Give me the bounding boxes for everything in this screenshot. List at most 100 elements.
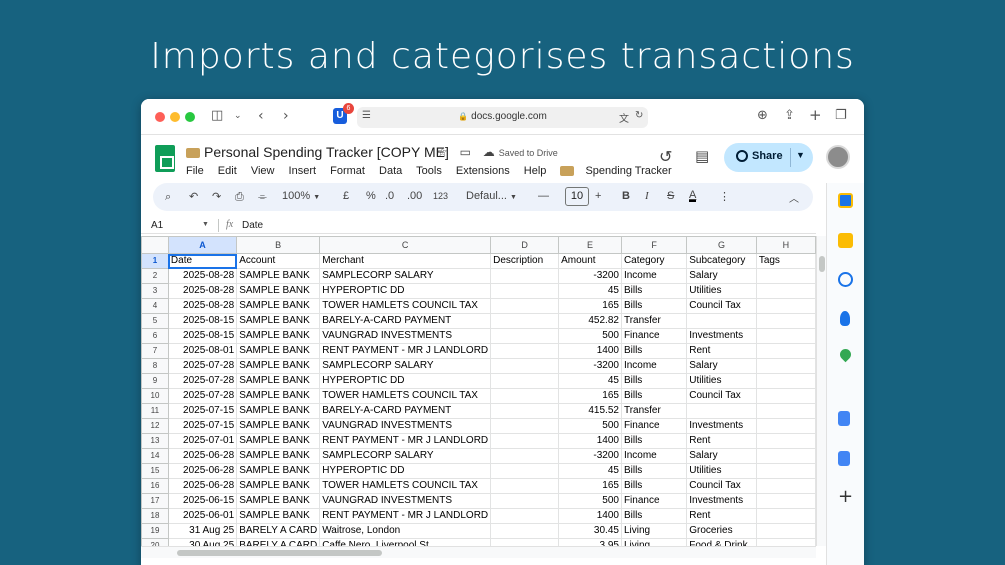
table-cell[interactable]: 1400 <box>558 343 622 359</box>
table-cell[interactable]: 2025-06-28 <box>167 478 238 494</box>
table-cell[interactable]: HYPEROPTIC DD <box>319 283 492 299</box>
table-cell[interactable]: SAMPLECORP SALARY <box>319 268 492 284</box>
number-format-button[interactable]: 123 <box>433 191 448 201</box>
table-cell[interactable] <box>490 403 560 419</box>
table-cell[interactable]: HYPEROPTIC DD <box>319 373 492 389</box>
table-cell[interactable]: 1400 <box>558 508 622 524</box>
table-cell[interactable]: RENT PAYMENT - MR J LANDLORD <box>319 343 492 359</box>
font-size-decrease-icon[interactable]: — <box>538 190 549 202</box>
row-number[interactable]: 17 <box>141 493 169 509</box>
table-cell[interactable]: Finance <box>620 418 688 434</box>
table-cell[interactable]: SAMPLE BANK <box>236 313 321 329</box>
table-cell[interactable]: Groceries <box>686 523 757 539</box>
table-cell[interactable]: Bills <box>620 463 688 479</box>
font-size-input[interactable]: 10 <box>565 187 589 206</box>
calendar-icon[interactable] <box>838 193 853 208</box>
table-cell[interactable] <box>755 328 816 344</box>
menu-format[interactable]: Format <box>330 165 365 177</box>
table-cell[interactable] <box>755 523 816 539</box>
horizontal-scroll-thumb[interactable] <box>177 550 382 556</box>
column-header[interactable]: D <box>490 236 560 254</box>
row-number[interactable]: 19 <box>141 523 169 539</box>
close-window-button[interactable] <box>155 112 165 122</box>
table-cell[interactable]: Bills <box>620 298 688 314</box>
menu-spending-tracker[interactable]: Spending Tracker <box>560 165 682 177</box>
translate-doc-icon[interactable] <box>838 411 850 426</box>
header-cell[interactable]: Amount <box>558 253 622 269</box>
table-cell[interactable]: Bills <box>620 433 688 449</box>
table-cell[interactable]: Utilities <box>686 373 757 389</box>
row-number[interactable]: 6 <box>141 328 169 344</box>
table-cell[interactable] <box>490 373 560 389</box>
table-cell[interactable]: SAMPLE BANK <box>236 508 321 524</box>
table-cell[interactable] <box>755 433 816 449</box>
table-cell[interactable] <box>490 448 560 464</box>
table-cell[interactable]: 30.45 <box>558 523 622 539</box>
table-cell[interactable]: Salary <box>686 358 757 374</box>
table-cell[interactable] <box>755 298 816 314</box>
table-cell[interactable]: 2025-07-28 <box>167 388 238 404</box>
table-cell[interactable]: SAMPLE BANK <box>236 268 321 284</box>
keep-icon[interactable] <box>838 233 853 248</box>
table-cell[interactable] <box>490 343 560 359</box>
table-cell[interactable]: 45 <box>558 463 622 479</box>
row-number[interactable]: 2 <box>141 268 169 284</box>
row-number[interactable]: 4 <box>141 298 169 314</box>
back-icon[interactable]: ‹ <box>258 108 264 124</box>
table-cell[interactable] <box>490 328 560 344</box>
currency-format-button[interactable]: £ <box>343 190 349 202</box>
table-cell[interactable]: SAMPLE BANK <box>236 343 321 359</box>
table-cell[interactable]: 2025-06-28 <box>167 463 238 479</box>
column-header[interactable]: G <box>686 236 757 254</box>
table-cell[interactable]: RENT PAYMENT - MR J LANDLORD <box>319 433 492 449</box>
table-cell[interactable]: Bills <box>620 388 688 404</box>
table-cell[interactable]: SAMPLE BANK <box>236 283 321 299</box>
table-cell[interactable]: 2025-07-15 <box>167 403 238 419</box>
table-cell[interactable] <box>755 478 816 494</box>
row-number[interactable]: 16 <box>141 478 169 494</box>
table-cell[interactable] <box>490 493 560 509</box>
table-cell[interactable]: VAUNGRAD INVESTMENTS <box>319 418 492 434</box>
share-button[interactable]: Share ▼ <box>724 143 813 172</box>
menu-view[interactable]: View <box>251 165 275 177</box>
table-cell[interactable]: Council Tax <box>686 478 757 494</box>
table-cell[interactable]: 45 <box>558 373 622 389</box>
table-cell[interactable] <box>686 313 757 329</box>
download-icon[interactable]: ⊕ <box>757 108 768 123</box>
table-cell[interactable]: 415.52 <box>558 403 622 419</box>
forward-icon[interactable]: › <box>283 108 289 124</box>
italic-button[interactable]: I <box>645 190 649 202</box>
table-cell[interactable]: HYPEROPTIC DD <box>319 463 492 479</box>
table-cell[interactable]: BARELY A CARD <box>236 538 321 546</box>
menu-file[interactable]: File <box>186 165 204 177</box>
table-cell[interactable]: SAMPLE BANK <box>236 298 321 314</box>
bold-button[interactable]: B <box>622 190 630 202</box>
table-cell[interactable]: -3200 <box>558 448 622 464</box>
table-cell[interactable]: 500 <box>558 418 622 434</box>
translate-icon[interactable]: 文 <box>619 110 629 125</box>
menu-tools[interactable]: Tools <box>416 165 442 177</box>
table-cell[interactable] <box>490 268 560 284</box>
table-cell[interactable]: Income <box>620 358 688 374</box>
table-cell[interactable] <box>490 523 560 539</box>
table-cell[interactable]: Rent <box>686 343 757 359</box>
table-cell[interactable]: Bills <box>620 283 688 299</box>
column-header[interactable]: B <box>236 236 321 254</box>
column-header[interactable]: C <box>319 236 492 254</box>
table-cell[interactable] <box>490 358 560 374</box>
collapse-toolbar-icon[interactable]: ︿ <box>789 190 799 205</box>
maps-icon[interactable] <box>837 346 854 363</box>
contacts-icon[interactable] <box>840 311 850 326</box>
new-tab-icon[interactable]: + <box>809 106 822 124</box>
table-cell[interactable]: 2025-08-28 <box>167 268 238 284</box>
table-cell[interactable]: Transfer <box>620 403 688 419</box>
table-cell[interactable]: 2025-07-28 <box>167 358 238 374</box>
table-cell[interactable]: Waitrose, London <box>319 523 492 539</box>
menu-insert[interactable]: Insert <box>289 165 317 177</box>
row-number[interactable]: 12 <box>141 418 169 434</box>
table-cell[interactable] <box>755 463 816 479</box>
table-cell[interactable]: -3200 <box>558 358 622 374</box>
table-cell[interactable] <box>755 493 816 509</box>
header-cell[interactable]: Subcategory <box>686 253 757 269</box>
table-cell[interactable]: Utilities <box>686 463 757 479</box>
